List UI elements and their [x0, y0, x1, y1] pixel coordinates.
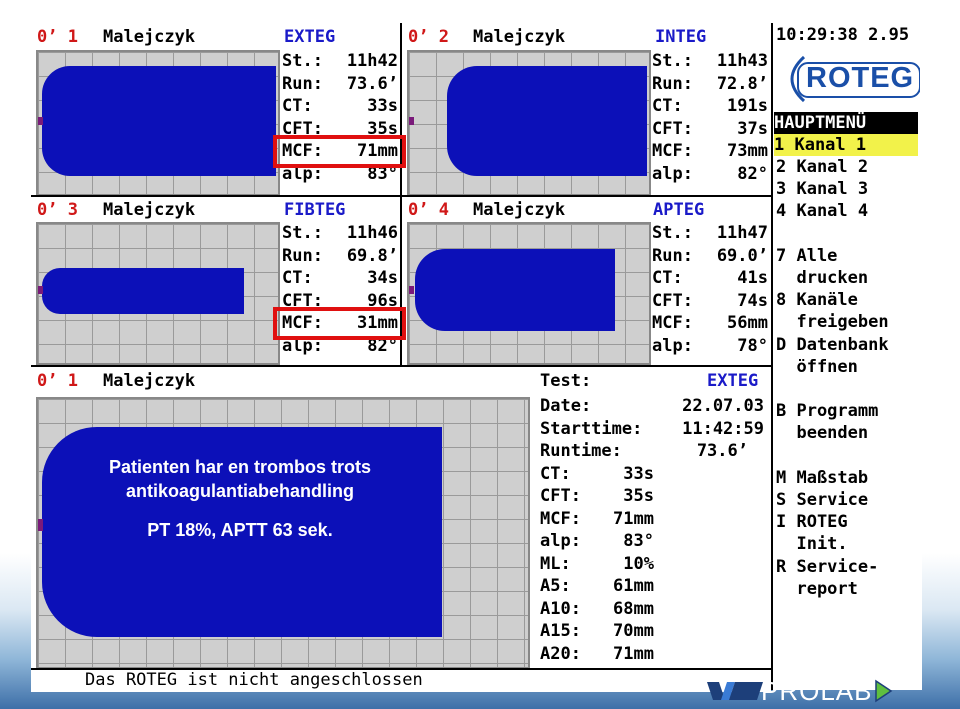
overlay-line-3: PT 18%, APTT 63 sek. — [147, 520, 333, 540]
logo-text: ROTEG — [806, 62, 915, 94]
channel-2-pane[interactable]: 0’ 2 Malejczyk INTEG St.: 11h43 Run: 72.8’… — [402, 23, 770, 196]
mcf-highlight-box — [273, 135, 406, 168]
menu-item-kanal-2[interactable]: 2 Kanal 2 — [776, 156, 868, 178]
tem-trace-plot — [36, 50, 280, 196]
detail-params: Date: 22.07.03 Starttime: 11:42:59 Runtime… — [540, 396, 764, 664]
play-arrow-icon — [874, 679, 892, 703]
menu-item-roteg-init[interactable]: I ROTEG — [776, 511, 848, 533]
prolab-logo-text: PROLAB — [761, 675, 873, 706]
channel-params: St.: 11h43 Run: 72.8’ CT: 191s CFT: 37s MCF:… — [652, 51, 768, 184]
mcf-highlight-box — [273, 307, 406, 340]
menu-item-kanaele-freigeben-cont[interactable]: freigeben — [776, 311, 888, 333]
status-text: Das ROTEG ist nicht angeschlossen — [85, 670, 423, 690]
channel-params: St.: 11h47 Run: 69.0’ CT: 41s CFT: 74s MCF: 5… — [652, 223, 768, 356]
prolab-logo-mark — [707, 682, 763, 700]
menu-item-roteg-init-cont[interactable]: Init. — [776, 533, 847, 555]
test-label: Test: — [540, 371, 592, 391]
channel-number: 0’ 4 — [408, 200, 449, 220]
divider — [31, 195, 771, 197]
menu-item-kanal-4[interactable]: 4 Kanal 4 — [776, 200, 868, 222]
menu-item-service-report-cont[interactable]: report — [776, 578, 857, 600]
channel-number: 0’ 2 — [408, 27, 449, 47]
tem-trace-plot — [407, 50, 651, 196]
patient-name: Malejczyk — [473, 27, 566, 47]
menu-item-datenbank[interactable]: D Datenbank — [776, 334, 889, 356]
patient-name: Malejczyk — [473, 200, 566, 220]
menu-item-kanaele-freigeben[interactable]: 8 Kanäle — [776, 289, 858, 311]
main-menu: 10:29:38 2.95 ROTEG HAUPTMENÜ 1 Kanal 1 … — [771, 23, 922, 690]
channel-number: 0’ 1 — [37, 27, 78, 47]
menu-item-massstab[interactable]: M Maßstab — [776, 467, 868, 489]
ct-marker — [38, 286, 43, 294]
channel-number: 0’ 1 — [37, 371, 78, 391]
prolab-logo: PROLAB — [705, 676, 893, 706]
test-name: APTEG — [653, 200, 705, 220]
channel-4-pane[interactable]: 0’ 4 Malejczyk APTEG St.: 11h47 Run: 69.0’… — [402, 197, 770, 365]
menu-item-programm-beenden-cont[interactable]: beenden — [776, 422, 868, 444]
menu-item-service-report[interactable]: R Service- — [776, 556, 878, 578]
menu-item-service[interactable]: S Service — [776, 489, 868, 511]
clot-trace — [42, 66, 276, 176]
channel-1-pane[interactable]: 0’ 1 Malejczyk EXTEG St.: 11h42 Run: 73.6’… — [31, 23, 400, 196]
ct-marker — [409, 117, 414, 125]
ct-marker — [409, 286, 414, 294]
menu-item-kanal-3[interactable]: 3 Kanal 3 — [776, 178, 868, 200]
menu-item-alle-drucken[interactable]: 7 Alle — [776, 245, 837, 267]
overlay-title: Patienten har en trombos trots antikoagu… — [41, 455, 439, 503]
overlay-line-2: antikoagulantiabehandling — [125, 481, 354, 501]
test-name: FIBTEG — [284, 200, 346, 220]
channel-number: 0’ 3 — [37, 200, 78, 220]
patient-name: Malejczyk — [103, 27, 196, 47]
roteg-logo: ROTEG — [776, 55, 921, 103]
clot-trace — [415, 249, 615, 331]
test-name: INTEG — [655, 27, 707, 47]
clot-trace — [42, 268, 244, 314]
clot-trace — [447, 66, 647, 176]
tem-trace-plot — [36, 222, 280, 365]
test-name: EXTEG — [284, 27, 336, 47]
patient-name: Malejczyk — [103, 371, 196, 391]
patient-name: Malejczyk — [103, 200, 196, 220]
annotation-overlay: Patienten har en trombos trots antikoagu… — [41, 430, 439, 610]
overlay-line-1: Patienten har en trombos trots — [108, 457, 372, 477]
menu-item-datenbank-cont[interactable]: öffnen — [776, 356, 857, 378]
status-bar: Das ROTEG ist nicht angeschlossen — [31, 668, 771, 692]
clock-readout: 10:29:38 2.95 — [776, 25, 910, 45]
menu-item-kanal-1[interactable]: 1 Kanal 1 — [774, 134, 918, 156]
tem-trace-plot — [407, 222, 651, 365]
menu-item-alle-drucken-cont[interactable]: drucken — [776, 267, 868, 289]
test-name: EXTEG — [707, 371, 759, 391]
menu-item-programm-beenden[interactable]: B Programm — [776, 400, 878, 422]
ct-marker — [38, 117, 43, 125]
menu-title: HAUPTMENÜ — [774, 112, 918, 134]
